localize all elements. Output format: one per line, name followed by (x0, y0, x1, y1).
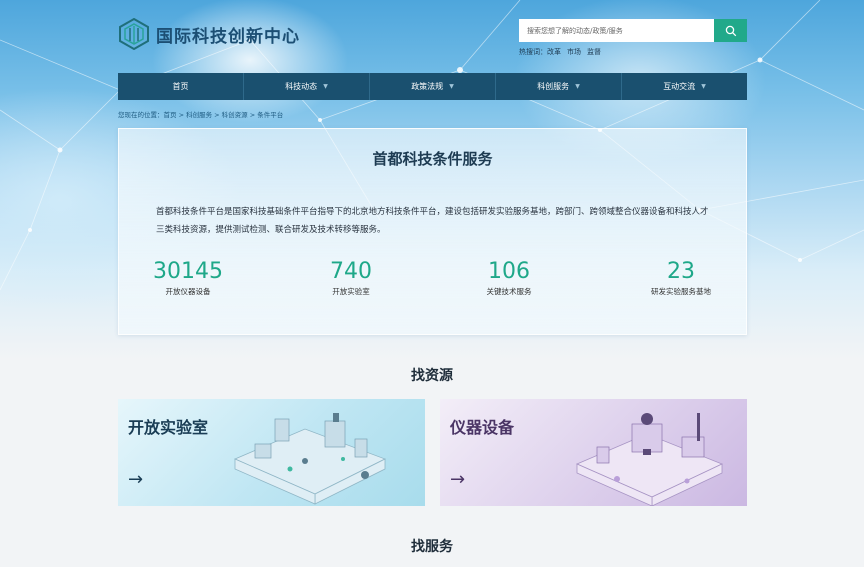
main-nav: 首页 科技动态 ▼ 政策法规 ▼ 科创服务 ▼ 互动交流 ▼ (118, 73, 747, 100)
nav-item-home[interactable]: 首页 (118, 73, 244, 100)
stat-label: 开放仪器设备 (165, 287, 211, 296)
search-icon (725, 25, 736, 36)
stat-item: 106 关键技术服务 (449, 259, 569, 297)
search-box (519, 19, 747, 42)
hot-search-label: 热搜词： (519, 48, 547, 56)
section-title-resources: 找资源 (411, 368, 453, 384)
nav-item-label: 科创服务 (537, 82, 570, 91)
arrow-right-icon: → (128, 469, 144, 490)
nav-item-label: 互动交流 (663, 82, 696, 91)
chevron-down-icon: ▼ (323, 83, 328, 90)
stat-label: 研发实验服务基地 (651, 287, 711, 296)
chevron-down-icon: ▼ (575, 83, 580, 90)
hot-word[interactable]: 监督 (587, 47, 601, 57)
search-input[interactable] (519, 19, 714, 42)
instrument-illustration-icon (575, 413, 724, 506)
hot-word[interactable]: 改革 (547, 47, 561, 57)
stat-item: 30145 开放仪器设备 (128, 259, 248, 297)
stat-label: 关键技术服务 (486, 287, 532, 296)
section-title-services: 找服务 (411, 539, 453, 555)
nav-item-tech-news[interactable]: 科技动态 ▼ (244, 73, 370, 100)
chevron-down-icon: ▼ (701, 83, 706, 90)
site-logo[interactable]: 国际科技创新中心 (118, 18, 300, 50)
instruments-card[interactable]: 仪器设备 → (440, 399, 747, 506)
stat-item: 740 开放实验室 (291, 259, 411, 297)
breadcrumb: 您现在的位置：首页 > 科创服务 > 科创资源 > 条件平台 (118, 111, 284, 119)
hot-search: 热搜词： 改革 市场 监督 (519, 47, 601, 57)
nav-item-label: 政策法规 (411, 82, 444, 91)
nav-item-label: 科技动态 (285, 82, 318, 91)
stat-value: 23 (667, 259, 695, 284)
intro-description: 首都科技条件平台是国家科技基础条件平台指导下的北京地方科技条件平台，建设包括研发… (156, 207, 709, 235)
hot-word[interactable]: 市场 (567, 47, 581, 57)
instruments-title: 仪器设备 (450, 418, 515, 437)
nav-item-policies[interactable]: 政策法规 ▼ (370, 73, 496, 100)
search-button[interactable] (714, 19, 747, 42)
intro-title: 首都科技条件服务 (372, 150, 493, 168)
stat-item: 23 研发实验服务基地 (621, 259, 741, 297)
logo-text: 国际科技创新中心 (156, 26, 300, 47)
stat-value: 106 (488, 259, 530, 284)
intro-card: 首都科技条件服务 首都科技条件平台是国家科技基础条件平台指导下的北京地方科技条件… (118, 128, 747, 335)
nav-item-label: 首页 (172, 82, 189, 91)
logo-mark-icon (119, 18, 149, 50)
stat-value: 30145 (153, 259, 223, 284)
nav-item-services[interactable]: 科创服务 ▼ (496, 73, 622, 100)
nav-item-interaction[interactable]: 互动交流 ▼ (622, 73, 747, 100)
open-lab-title: 开放实验室 (128, 418, 209, 437)
stat-value: 740 (330, 259, 372, 284)
chevron-down-icon: ▼ (449, 83, 454, 90)
stat-label: 开放实验室 (332, 287, 370, 296)
open-lab-card[interactable]: 开放实验室 → (118, 399, 425, 506)
arrow-right-icon: → (450, 469, 466, 490)
lab-illustration-icon (233, 413, 386, 505)
